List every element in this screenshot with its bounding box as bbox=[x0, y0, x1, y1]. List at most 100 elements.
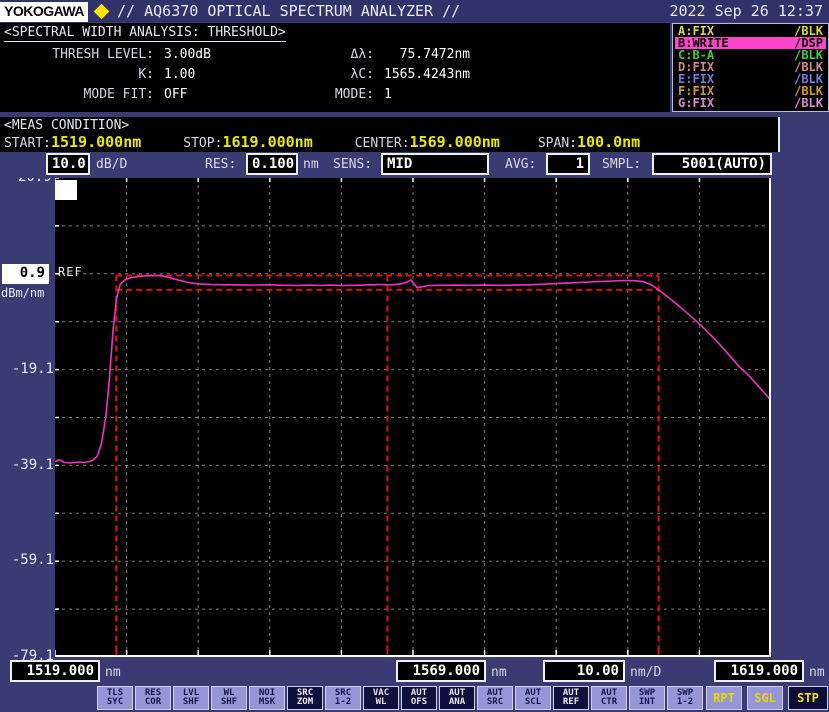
soft-key-row: TLS SYC RES COR LVL SHF WL SHF NOI MSK SRC ZOM SRC 1-… bbox=[97, 686, 703, 710]
delta-lambda-value: 75.7472nm bbox=[384, 47, 471, 62]
avg-field[interactable]: 1 bbox=[546, 153, 590, 175]
level-scale-field[interactable]: 10.0 bbox=[46, 153, 90, 175]
action-key-stp[interactable]: STP bbox=[788, 686, 828, 710]
analysis-row: K: 1.00 λC: 1565.4243nm bbox=[4, 65, 670, 85]
app-title: // AQ6370 OPTICAL SPECTRUM ANALYZER // bbox=[117, 2, 461, 20]
diamond-icon bbox=[93, 3, 110, 19]
res-label: RES: bbox=[205, 157, 237, 172]
scale-per-div-unit: nm/D bbox=[630, 665, 662, 680]
lambda-c-label: λC: bbox=[350, 67, 374, 82]
soft-key-label: MSK bbox=[258, 697, 276, 707]
soft-key-label: SCL bbox=[524, 697, 542, 707]
delta-lambda-label: Δλ: bbox=[350, 47, 374, 62]
soft-key-label: SHF bbox=[220, 697, 238, 707]
sens-label: SENS: bbox=[333, 157, 373, 172]
res-field[interactable]: 0.100 bbox=[246, 153, 298, 175]
sens-field[interactable]: MID bbox=[381, 153, 489, 175]
stop-wavelength-box[interactable]: 1619.000 bbox=[714, 660, 804, 682]
soft-key-swp-1-2[interactable]: SWP 1-2 bbox=[667, 686, 703, 710]
analysis-title: <SPECTRAL WIDTH ANALYSIS: THRESHOLD> bbox=[4, 25, 286, 42]
mode-fit-value: OFF bbox=[164, 87, 188, 102]
smpl-label: SMPL: bbox=[602, 157, 642, 172]
span-value: 100.0nm bbox=[576, 133, 641, 151]
span-field[interactable]: SPAN: 100.0nm bbox=[538, 133, 640, 151]
soft-key-label: SYC bbox=[106, 697, 124, 707]
soft-key-aut-ref[interactable]: AUT REF bbox=[553, 686, 589, 710]
span-label: SPAN: bbox=[537, 136, 577, 151]
soft-key-tls-syc[interactable]: TLS SYC bbox=[97, 686, 133, 710]
spectral-width-analysis-panel: <SPECTRAL WIDTH ANALYSIS: THRESHOLD> THR… bbox=[0, 23, 670, 112]
soft-key-swp-int[interactable]: SWP INT bbox=[629, 686, 665, 710]
res-unit: nm bbox=[303, 157, 319, 172]
soft-key-label: OFS bbox=[410, 697, 428, 707]
center-wavelength-box[interactable]: 1569.000 bbox=[396, 660, 486, 682]
lambda-c-value: 1565.4243nm bbox=[384, 67, 471, 82]
soft-key-label: INT bbox=[638, 697, 656, 707]
ref-marker-label: REF bbox=[58, 265, 83, 279]
soft-key-lvl-shf[interactable]: LVL SHF bbox=[173, 686, 209, 710]
k-value: 1.00 bbox=[164, 67, 196, 82]
title-bar: YOKOGAWA // AQ6370 OPTICAL SPECTRUM ANAL… bbox=[0, 0, 829, 22]
analysis-row: THRESH LEVEL: 3.00dB Δλ: 75.7472nm bbox=[4, 45, 670, 65]
start-value: 1519.000nm bbox=[50, 133, 142, 151]
soft-key-label: ZOM bbox=[296, 697, 314, 707]
soft-key-aut-ofs[interactable]: AUT OFS bbox=[401, 686, 437, 710]
ref-level-box[interactable]: 0.9 bbox=[2, 264, 49, 284]
soft-key-aut-ana[interactable]: AUT ANA bbox=[439, 686, 475, 710]
soft-key-res-cor[interactable]: RES COR bbox=[135, 686, 171, 710]
soft-key-label: SHF bbox=[182, 697, 200, 707]
center-field[interactable]: CENTER: 1569.000nm bbox=[355, 133, 500, 151]
mode-fit-label: MODE FIT: bbox=[83, 87, 154, 102]
action-key-rpt[interactable]: RPT bbox=[706, 686, 742, 710]
k-label: K: bbox=[138, 67, 154, 82]
stop-field[interactable]: STOP: 1619.000nm bbox=[183, 133, 312, 151]
soft-key-label: WL bbox=[375, 697, 387, 707]
yaxis-tick-label: -59.1 bbox=[11, 552, 54, 568]
avg-label: AVG: bbox=[505, 157, 537, 172]
center-value: 1569.000nm bbox=[409, 133, 500, 151]
soft-key-aut-src[interactable]: AUT SRC bbox=[477, 686, 513, 710]
soft-key-label: CTR bbox=[600, 697, 618, 707]
analysis-results: THRESH LEVEL: 3.00dB Δλ: 75.7472nm K: 1.… bbox=[4, 45, 670, 105]
soft-key-src-zom[interactable]: SRC ZOM bbox=[287, 686, 323, 710]
soft-key-aut-ctr[interactable]: AUT CTR bbox=[591, 686, 627, 710]
soft-key-label: REF bbox=[562, 697, 580, 707]
smpl-field[interactable]: 5001(AUTO) bbox=[652, 153, 772, 175]
start-field[interactable]: START: 1519.000nm bbox=[4, 133, 141, 151]
trace-mode: /BLK bbox=[794, 96, 823, 110]
center-wavelength-unit: nm bbox=[491, 665, 507, 680]
trace-row-g[interactable]: G:FIX/BLK bbox=[675, 96, 826, 110]
soft-key-label: ANA bbox=[448, 697, 466, 707]
soft-key-src-1-2[interactable]: SRC 1-2 bbox=[325, 686, 361, 710]
stop-wavelength-unit: nm bbox=[809, 665, 825, 680]
spectrum-plot-area bbox=[55, 178, 771, 657]
soft-key-label: 1-2 bbox=[676, 697, 694, 707]
thresh-level-label: THRESH LEVEL: bbox=[52, 47, 154, 62]
trace-status-panel: A:FIX/BLK B:WRITE/DSP C:B-A/BLK D:FIX/BLK E:… bbox=[672, 23, 829, 112]
start-wavelength-box[interactable]: 1519.000 bbox=[10, 660, 100, 682]
stop-label: STOP: bbox=[183, 136, 223, 151]
soft-key-aut-scl[interactable]: AUT SCL bbox=[515, 686, 551, 710]
spectrum-chart bbox=[55, 178, 771, 657]
scale-corner-box bbox=[55, 180, 77, 200]
start-wavelength-unit: nm bbox=[105, 665, 121, 680]
yokogawa-logo: YOKOGAWA bbox=[0, 1, 89, 22]
action-key-sgl[interactable]: SGL bbox=[747, 686, 783, 710]
sweep-settings-bar: 10.0 dB/D RES: 0.100 nm SENS: MID AVG: 1… bbox=[0, 152, 829, 178]
trace-name: G:FIX bbox=[678, 96, 715, 110]
meas-condition-panel: <MEAS CONDITION> START: 1519.000nm STOP:… bbox=[0, 117, 780, 154]
soft-key-wl-shf[interactable]: WL SHF bbox=[211, 686, 247, 710]
scale-per-div-box[interactable]: 10.00 bbox=[543, 660, 625, 682]
yaxis-tick-label: -39.1 bbox=[11, 457, 54, 473]
soft-key-label: COR bbox=[144, 697, 162, 707]
soft-key-label: 1-2 bbox=[334, 697, 352, 707]
stop-value: 1619.000nm bbox=[222, 133, 313, 151]
level-scale-unit: dB/D bbox=[96, 157, 128, 172]
sweep-action-keys: RPT SGL STP bbox=[706, 686, 828, 710]
yaxis-tick-label: -19.1 bbox=[11, 361, 54, 377]
soft-key-vac-wl[interactable]: VAC WL bbox=[363, 686, 399, 710]
start-label: START: bbox=[4, 136, 51, 151]
meas-condition-title: <MEAS CONDITION> bbox=[4, 118, 130, 133]
analysis-row: MODE FIT: OFF MODE: 1 bbox=[4, 85, 670, 105]
soft-key-noi-msk[interactable]: NOI MSK bbox=[249, 686, 285, 710]
